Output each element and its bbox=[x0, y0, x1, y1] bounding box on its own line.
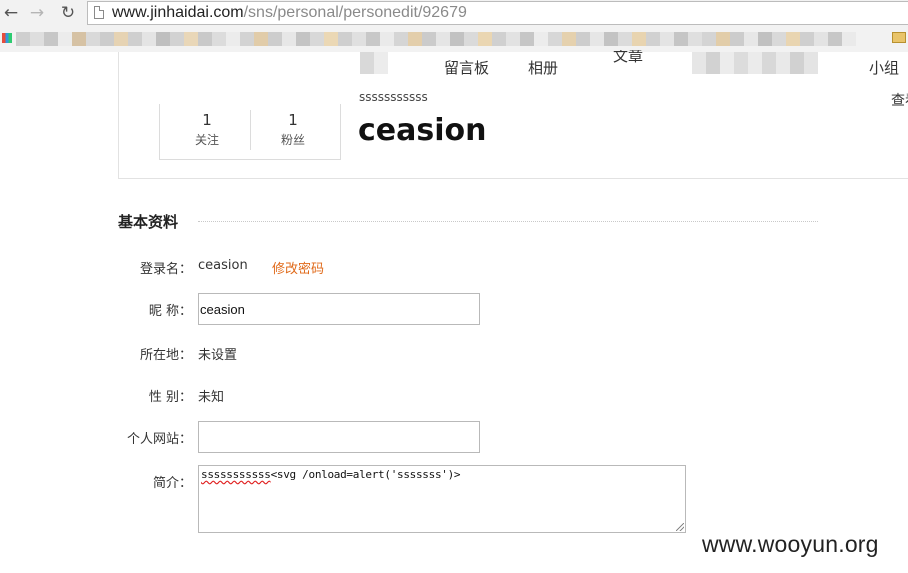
page-icon bbox=[94, 6, 104, 19]
follow-stats: 1 关注 1 粉丝 bbox=[159, 104, 341, 160]
nav-blurred-segment-2 bbox=[692, 52, 818, 74]
next-section-title-cut: ​ bbox=[118, 566, 178, 573]
nav-blurred-segment bbox=[360, 52, 388, 74]
location-label: 所在地： bbox=[139, 348, 192, 363]
tab-articles-label: 文章 bbox=[613, 50, 644, 65]
address-bar[interactable]: www.jinhaidai.com/sns/personal/personedi… bbox=[87, 1, 908, 25]
followers-stat[interactable]: 1 粉丝 bbox=[248, 110, 338, 150]
website-label: 个人网站： bbox=[126, 432, 192, 447]
gender-label: 性 别： bbox=[148, 390, 192, 405]
tab-album[interactable]: 相册 bbox=[528, 57, 558, 78]
following-count: 1 bbox=[202, 111, 212, 129]
login-name-value: ceasion bbox=[198, 258, 248, 273]
followers-label: 粉丝 bbox=[280, 133, 305, 147]
profile-username: ceasion bbox=[358, 113, 487, 148]
bio-text-rest: <svg /onload=alert('sssssss')> bbox=[270, 468, 461, 481]
url-host: www.jinhaidai.com bbox=[112, 4, 244, 21]
nickname-input[interactable] bbox=[198, 293, 480, 325]
change-password-link[interactable]: 修改密码 bbox=[272, 258, 324, 277]
resize-grip-icon[interactable] bbox=[676, 523, 684, 531]
view-link[interactable]: 查看 bbox=[891, 90, 908, 110]
bookmarks-blurred bbox=[0, 32, 908, 46]
section-divider bbox=[198, 221, 818, 222]
reload-icon[interactable]: ↻ bbox=[58, 3, 78, 23]
folder-icon[interactable] bbox=[892, 32, 906, 43]
forward-arrow-icon[interactable]: → bbox=[27, 3, 47, 23]
tab-articles[interactable]: 文章 bbox=[613, 50, 643, 70]
followers-count: 1 bbox=[288, 111, 298, 129]
section-title: 基本资料 bbox=[118, 213, 179, 231]
bookmarks-bar bbox=[0, 28, 908, 52]
location-value[interactable]: 未设置 bbox=[198, 344, 237, 363]
nickname-label: 昵 称： bbox=[148, 304, 192, 319]
url-path: /sns/personal/personedit/92679 bbox=[243, 4, 467, 21]
watermark: www.wooyun.org bbox=[702, 531, 879, 557]
login-name-label: 登录名： bbox=[139, 262, 192, 277]
tab-guestbook[interactable]: 留言板 bbox=[444, 57, 489, 78]
following-stat[interactable]: 1 关注 bbox=[162, 110, 252, 150]
website-input[interactable] bbox=[198, 421, 480, 453]
browser-toolbar: ← → ↻ www.jinhaidai.com/sns/personal/per… bbox=[0, 0, 908, 28]
tab-groups[interactable]: 小组 bbox=[869, 57, 899, 78]
bio-text-misspelled: sssssssssss bbox=[201, 468, 271, 481]
back-arrow-icon[interactable]: ← bbox=[1, 3, 21, 23]
gender-value[interactable]: 未知 bbox=[198, 386, 224, 405]
user-signature: sssssssssss bbox=[359, 90, 428, 104]
bio-textarea[interactable]: sssssssssss<svg /onload=alert('sssssss')… bbox=[198, 465, 686, 533]
following-label: 关注 bbox=[194, 133, 219, 147]
url-text: www.jinhaidai.com/sns/personal/personedi… bbox=[112, 4, 467, 22]
bio-text: sssssssssss<svg /onload=alert('sssssss')… bbox=[201, 468, 461, 481]
bio-label: 简介： bbox=[152, 476, 192, 491]
